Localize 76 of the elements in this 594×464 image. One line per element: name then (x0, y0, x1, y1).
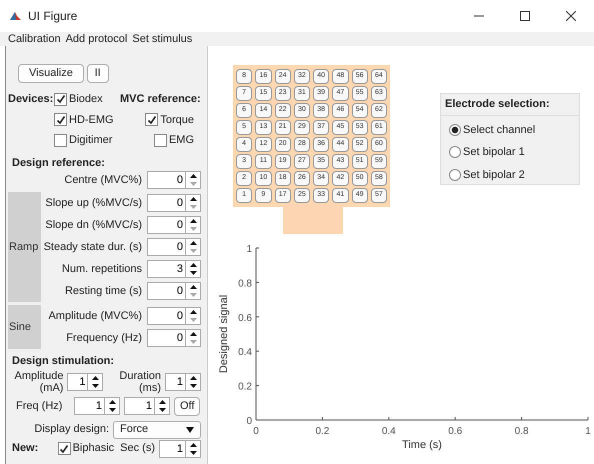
radio-button[interactable] (449, 168, 461, 181)
checkbox[interactable] (54, 113, 67, 126)
x-tick-label: 1 (585, 426, 591, 437)
off-button[interactable]: Off (174, 396, 200, 416)
app-logo-icon (9, 10, 22, 22)
pause-button[interactable]: II (86, 64, 109, 83)
field-label: Frequency (Hz) (66, 330, 142, 346)
y-tick-label: 0.4 (238, 347, 252, 358)
field-label: Freq (Hz) (16, 398, 64, 414)
y-tick-label: 0 (246, 416, 252, 427)
checkbox[interactable] (54, 92, 67, 106)
x-axis-title: Time (s) (402, 439, 442, 451)
y-tick-label: 0.6 (238, 312, 252, 324)
section-title: Design reference: (12, 156, 106, 170)
field-label: Sec (s) (120, 441, 155, 456)
group-label: Ramp (8, 192, 41, 302)
spinner-field[interactable]: 0 (147, 194, 185, 212)
spinner-field[interactable]: 1 (67, 372, 88, 390)
visualize-button[interactable]: Visualize (18, 64, 84, 83)
section-label: Devices: (8, 92, 54, 107)
y-tick-label: 0.8 (238, 278, 252, 290)
x-tick-label: 0.8 (514, 426, 529, 437)
spinner-field[interactable]: 1 (124, 397, 154, 415)
field-label: Amplitude (mA) (14, 370, 64, 394)
spinner-field[interactable]: 0 (147, 282, 185, 300)
field-label: Steady state dur. (s) (44, 240, 142, 255)
group-label: Sine (8, 305, 41, 349)
field-label: Slope up (%MVC/s) (45, 196, 142, 211)
checkbox[interactable] (58, 442, 71, 455)
checkbox-label: Torque (160, 112, 194, 128)
checkbox[interactable] (145, 113, 158, 126)
radio-label: Set bipolar 2 (463, 168, 525, 182)
menu-item[interactable]: Set stimulus (132, 32, 192, 46)
window-title: UI Figure (28, 8, 78, 25)
menu-item[interactable]: Add protocol (66, 32, 128, 46)
x-tick-label: 0 (253, 426, 259, 437)
checkbox[interactable] (54, 134, 67, 147)
checkbox[interactable] (154, 134, 167, 147)
x-tick-label: 0.2 (315, 426, 330, 437)
y-tick-label: 1 (246, 244, 252, 255)
y-tick-label: 0.2 (238, 382, 252, 393)
checkbox-label: EMG (168, 133, 194, 148)
spinner-field[interactable]: 3 (147, 260, 185, 278)
checkbox-label: HD-EMG (69, 112, 114, 128)
section-label: New: (12, 441, 40, 456)
radio-button[interactable] (449, 124, 461, 136)
field-label: Duration (ms) (118, 370, 161, 394)
section-title: Design stimulation: (12, 354, 116, 369)
field-label: Num. repetitions (62, 262, 142, 277)
radio-button[interactable] (449, 146, 461, 158)
spinner-field[interactable]: 0 (147, 307, 185, 325)
x-tick-label: 0.4 (382, 426, 396, 437)
field-label: Centre (MVC%) (64, 172, 142, 188)
menu-item[interactable]: Calibration (8, 32, 61, 46)
spinner-field[interactable]: 1 (74, 397, 104, 415)
y-axis-title: Designed signal (218, 294, 230, 374)
checkbox-label: Biphasic (72, 441, 114, 456)
field-label: Slope dn (%MVC/s) (45, 218, 142, 233)
spinner-field[interactable]: 0 (147, 329, 185, 347)
spinner-field[interactable]: 0 (147, 216, 185, 234)
dropdown[interactable]: Force (113, 420, 201, 438)
spinner-field[interactable]: 1 (165, 372, 185, 390)
section-label: MVC reference: (120, 92, 202, 107)
radio-label: Select channel (463, 122, 536, 138)
field-label: Amplitude (MVC%) (48, 308, 142, 324)
radio-label: Set bipolar 1 (463, 145, 525, 160)
panel-title: Electrode selection: (441, 94, 579, 116)
x-tick-label: 0.6 (448, 426, 462, 437)
caret-icon (186, 426, 194, 432)
checkbox-label: Biodex (69, 92, 103, 107)
checkbox-label: Digitimer (69, 133, 112, 148)
spinner-field[interactable]: 0 (147, 238, 185, 256)
spinner-field[interactable]: 0 (147, 171, 185, 189)
field-label: Display design: (34, 422, 109, 438)
field-label: Resting time (s) (64, 284, 142, 299)
spinner-field[interactable]: 1 (159, 440, 185, 458)
